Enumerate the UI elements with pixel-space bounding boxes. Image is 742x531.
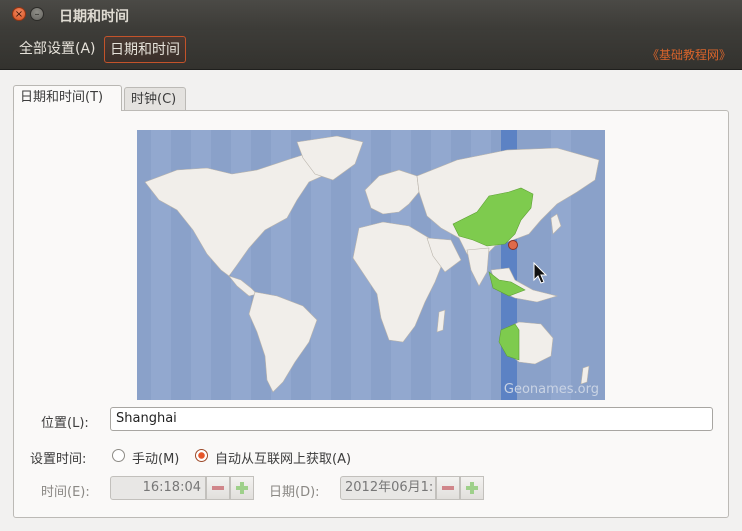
mouse-cursor-icon <box>533 261 548 288</box>
auto-radio[interactable] <box>195 449 208 462</box>
manual-radio[interactable] <box>112 449 125 462</box>
time-decrement-minus-icon[interactable] <box>206 476 230 500</box>
title-bar: × – 日期和时间 <box>0 0 742 30</box>
date-label: 日期(D): <box>269 485 320 500</box>
date-spin-field[interactable]: 2012年06月1: <box>340 476 436 500</box>
breadcrumb-current[interactable]: 日期和时间 <box>104 36 186 63</box>
close-button[interactable]: × <box>12 7 26 21</box>
time-increment-plus-icon[interactable] <box>230 476 254 500</box>
date-increment-plus-icon[interactable] <box>460 476 484 500</box>
location-pin[interactable] <box>508 240 518 250</box>
tab-clock[interactable]: 时钟(C) <box>124 87 186 111</box>
time-spin-field[interactable]: 16:18:04 <box>110 476 206 500</box>
tab-date-time[interactable]: 日期和时间(T) <box>13 85 122 111</box>
date-decrement-minus-icon[interactable] <box>436 476 460 500</box>
minimize-icon: – <box>34 9 40 20</box>
manual-radio-label[interactable]: 手动(M) <box>132 448 179 467</box>
close-icon: × <box>14 9 24 20</box>
map-credit: Geonames.org <box>503 382 599 397</box>
location-input[interactable]: Shanghai <box>110 407 713 431</box>
date-time-window: × – 日期和时间 全部设置(A) 日期和时间 《基础教程网》 日期和时间(T)… <box>0 0 742 531</box>
all-settings-button[interactable]: 全部设置(A) <box>14 36 101 63</box>
time-label: 时间(E): <box>41 485 90 500</box>
auto-radio-label[interactable]: 自动从互联网上获取(A) <box>215 448 351 467</box>
set-time-label: 设置时间: <box>30 452 87 467</box>
minimize-button[interactable]: – <box>30 7 44 21</box>
window-title: 日期和时间 <box>59 9 129 25</box>
toolbar: 全部设置(A) 日期和时间 《基础教程网》 <box>0 30 742 70</box>
location-label: 位置(L): <box>41 416 89 431</box>
watermark-text: 《基础教程网》 <box>646 48 731 62</box>
